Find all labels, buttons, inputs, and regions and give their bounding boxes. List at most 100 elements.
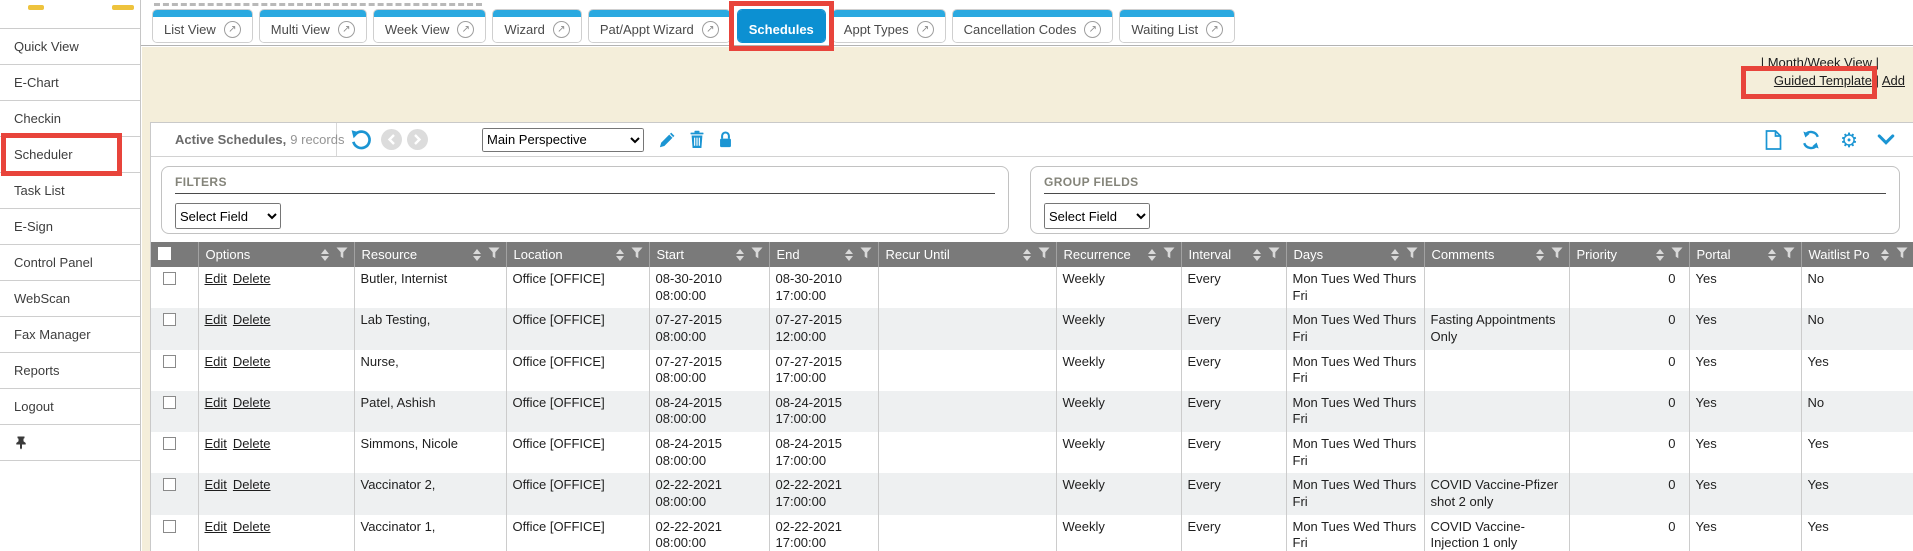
delete-link[interactable]: Delete	[233, 395, 271, 410]
edit-link[interactable]: Edit	[205, 354, 227, 369]
delete-link[interactable]: Delete	[233, 436, 271, 451]
select-all-checkbox[interactable]	[158, 247, 171, 260]
tab-list-view[interactable]: List View↗	[152, 9, 253, 43]
month-week-view-link[interactable]: | Month/Week View |	[1761, 55, 1879, 70]
undo-icon[interactable]	[350, 129, 372, 151]
sort-icon[interactable]	[1536, 249, 1544, 261]
delete-link[interactable]: Delete	[233, 354, 271, 369]
row-checkbox[interactable]	[163, 355, 176, 368]
row-checkbox[interactable]	[163, 478, 176, 491]
sidebar-pin-button[interactable]	[0, 425, 140, 461]
sort-icon[interactable]	[1253, 249, 1261, 261]
cell-days: Mon Tues Wed Thurs Fri	[1286, 308, 1424, 349]
tab-cancellation-codes[interactable]: Cancellation Codes↗	[952, 9, 1114, 43]
sidebar-item-e-chart[interactable]: E-Chart	[0, 65, 140, 101]
edit-link[interactable]: Edit	[205, 312, 227, 327]
filters-field-select[interactable]: Select Field	[175, 203, 281, 229]
perspective-select[interactable]: Main Perspective	[482, 128, 644, 152]
pencil-icon[interactable]	[658, 130, 677, 149]
edit-link[interactable]: Edit	[205, 519, 227, 534]
filter-funnel-icon[interactable]	[751, 247, 763, 262]
tab-pat-appt-wizard[interactable]: Pat/Appt Wizard↗	[588, 9, 731, 43]
filter-funnel-icon[interactable]	[1038, 247, 1050, 262]
sort-up-arrow	[1656, 249, 1664, 254]
filter-funnel-icon[interactable]	[1406, 247, 1418, 262]
sidebar-item-label: Fax Manager	[14, 327, 91, 342]
sort-icon[interactable]	[616, 249, 624, 261]
delete-link[interactable]: Delete	[233, 477, 271, 492]
gear-icon[interactable]: ⚙	[1840, 130, 1858, 150]
sort-icon[interactable]	[1656, 249, 1664, 261]
open-new-window-icon[interactable]: ↗	[457, 21, 474, 38]
new-document-icon[interactable]	[1765, 130, 1782, 150]
tab-appt-types[interactable]: Appt Types↗	[832, 9, 946, 43]
trash-icon[interactable]	[688, 130, 706, 149]
filter-funnel-icon[interactable]	[1268, 247, 1280, 262]
add-link[interactable]: Add	[1882, 73, 1905, 88]
sort-icon[interactable]	[1148, 249, 1156, 261]
sidebar-item-control-panel[interactable]: Control Panel	[0, 245, 140, 281]
row-checkbox[interactable]	[163, 272, 176, 285]
filter-funnel-icon[interactable]	[488, 247, 500, 262]
row-checkbox[interactable]	[163, 313, 176, 326]
tab-schedules[interactable]: Schedules	[737, 9, 826, 43]
row-checkbox[interactable]	[163, 520, 176, 533]
sort-icon[interactable]	[845, 249, 853, 261]
sidebar-item-logout[interactable]: Logout	[0, 389, 140, 425]
filter-funnel-icon[interactable]	[1551, 247, 1563, 262]
sort-icon[interactable]	[1768, 249, 1776, 261]
edit-link[interactable]: Edit	[205, 436, 227, 451]
sort-icon[interactable]	[1391, 249, 1399, 261]
prev-icon[interactable]	[381, 129, 402, 150]
sidebar-item-task-list[interactable]: Task List	[0, 173, 140, 209]
delete-link[interactable]: Delete	[233, 312, 271, 327]
row-checkbox[interactable]	[163, 396, 176, 409]
edit-link[interactable]: Edit	[205, 271, 227, 286]
open-new-window-icon[interactable]: ↗	[224, 21, 241, 38]
delete-link[interactable]: Delete	[233, 519, 271, 534]
delete-link[interactable]: Delete	[233, 271, 271, 286]
filter-funnel-icon[interactable]	[1163, 247, 1175, 262]
edit-link[interactable]: Edit	[205, 395, 227, 410]
guided-template-link[interactable]: Guided Template	[1774, 73, 1872, 88]
sidebar-item-reports[interactable]: Reports	[0, 353, 140, 389]
column-header-resource: Resource	[354, 242, 506, 267]
filter-funnel-icon[interactable]	[1783, 247, 1795, 262]
tab-week-view[interactable]: Week View↗	[373, 9, 487, 43]
tab-multi-view[interactable]: Multi View↗	[259, 9, 367, 43]
filter-funnel-icon[interactable]	[1896, 247, 1908, 262]
open-new-window-icon[interactable]: ↗	[917, 21, 934, 38]
edit-link[interactable]: Edit	[205, 477, 227, 492]
sort-icon[interactable]	[473, 249, 481, 261]
filter-funnel-icon[interactable]	[1671, 247, 1683, 262]
sidebar-item-fax-manager[interactable]: Fax Manager	[0, 317, 140, 353]
sidebar-item-checkin[interactable]: Checkin	[0, 101, 140, 137]
open-new-window-icon[interactable]: ↗	[1084, 21, 1101, 38]
filters-box: FILTERS Select Field	[161, 166, 1009, 234]
sidebar-item-scheduler[interactable]: Scheduler	[0, 137, 140, 173]
next-icon[interactable]	[407, 129, 428, 150]
sidebar-item-e-sign[interactable]: E-Sign	[0, 209, 140, 245]
sort-icon[interactable]	[1023, 249, 1031, 261]
chevron-down-icon[interactable]	[1877, 133, 1895, 147]
open-new-window-icon[interactable]: ↗	[702, 21, 719, 38]
open-new-window-icon[interactable]: ↗	[1206, 21, 1223, 38]
open-new-window-icon[interactable]: ↗	[338, 21, 355, 38]
sort-icon[interactable]	[736, 249, 744, 261]
filter-funnel-icon[interactable]	[860, 247, 872, 262]
lock-icon[interactable]	[717, 130, 734, 149]
filter-funnel-icon[interactable]	[336, 247, 348, 262]
refresh-icon[interactable]	[1801, 130, 1821, 150]
tab-waiting-list[interactable]: Waiting List↗	[1119, 9, 1235, 43]
cell-days: Mon Tues Wed Thurs Fri	[1286, 432, 1424, 473]
group-fields-select[interactable]: Select Field	[1044, 203, 1150, 229]
sidebar-item-webscan[interactable]: WebScan	[0, 281, 140, 317]
sidebar-item-quick-view[interactable]: Quick View	[0, 29, 140, 65]
sort-icon[interactable]	[1881, 249, 1889, 261]
filter-funnel-icon[interactable]	[631, 247, 643, 262]
sort-up-arrow	[1148, 249, 1156, 254]
sort-icon[interactable]	[321, 249, 329, 261]
tab-wizard[interactable]: Wizard↗	[492, 9, 581, 43]
row-checkbox[interactable]	[163, 437, 176, 450]
open-new-window-icon[interactable]: ↗	[553, 21, 570, 38]
